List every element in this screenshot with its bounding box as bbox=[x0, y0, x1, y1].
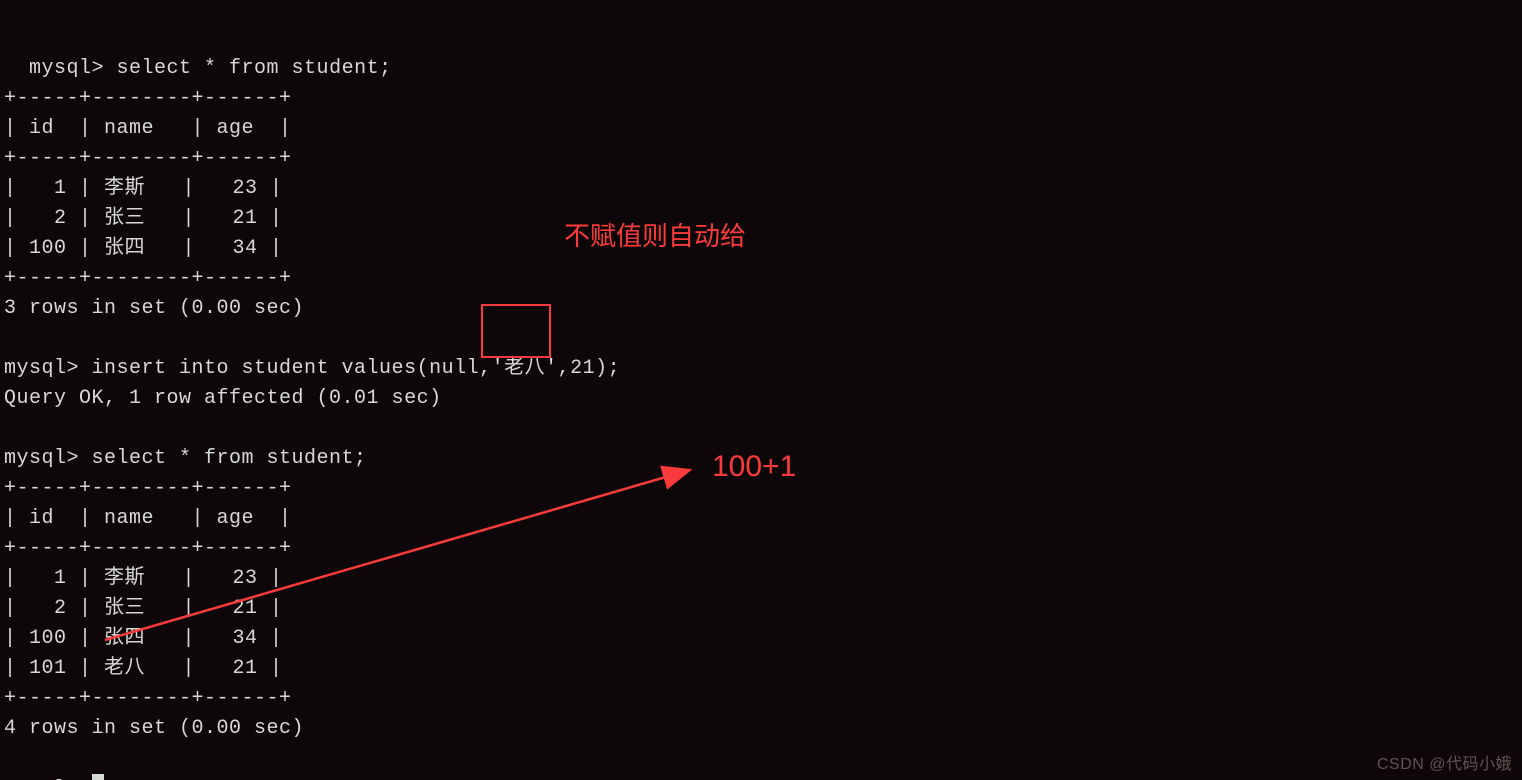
terminal-line: +-----+--------+------+ bbox=[4, 687, 292, 710]
annotation-comment-increment: 100+1 bbox=[712, 450, 796, 484]
terminal-line: | id | name | age | bbox=[4, 507, 292, 530]
highlight-box-null bbox=[481, 304, 551, 358]
cursor-icon bbox=[92, 774, 104, 780]
terminal-line: mysql> select * from student; bbox=[29, 57, 392, 80]
annotation-comment-autoassign: 不赋值则自动给 bbox=[564, 216, 746, 253]
terminal-line: +-----+--------+------+ bbox=[4, 87, 292, 110]
terminal-line: +-----+--------+------+ bbox=[4, 267, 292, 290]
terminal-line: mysql> insert into student values(null,'… bbox=[4, 357, 620, 380]
terminal-line: +-----+--------+------+ bbox=[4, 147, 292, 170]
terminal-line: mysql> select * from student; bbox=[4, 447, 367, 470]
terminal-line: 3 rows in set (0.00 sec) bbox=[4, 297, 304, 320]
terminal-line: | 2 | 张三 | 21 | bbox=[4, 207, 283, 230]
terminal-line: | 100 | 张四 | 34 | bbox=[4, 627, 283, 650]
terminal-line: | 101 | 老八 | 21 | bbox=[4, 657, 283, 680]
watermark-text: CSDN @代码小娥 bbox=[1377, 750, 1512, 774]
terminal-line: | 1 | 李斯 | 23 | bbox=[4, 177, 283, 200]
terminal-output: mysql> select * from student; +-----+---… bbox=[4, 24, 620, 780]
terminal-line: Query OK, 1 row affected (0.01 sec) bbox=[4, 387, 442, 410]
terminal-line: +-----+--------+------+ bbox=[4, 477, 292, 500]
terminal-line: +-----+--------+------+ bbox=[4, 537, 292, 560]
terminal-line: | 2 | 张三 | 21 | bbox=[4, 597, 283, 620]
terminal-line: | 100 | 张四 | 34 | bbox=[4, 237, 283, 260]
terminal-line: | id | name | age | bbox=[4, 117, 292, 140]
terminal-line: | 1 | 李斯 | 23 | bbox=[4, 567, 283, 590]
terminal-line: 4 rows in set (0.00 sec) bbox=[4, 717, 304, 740]
